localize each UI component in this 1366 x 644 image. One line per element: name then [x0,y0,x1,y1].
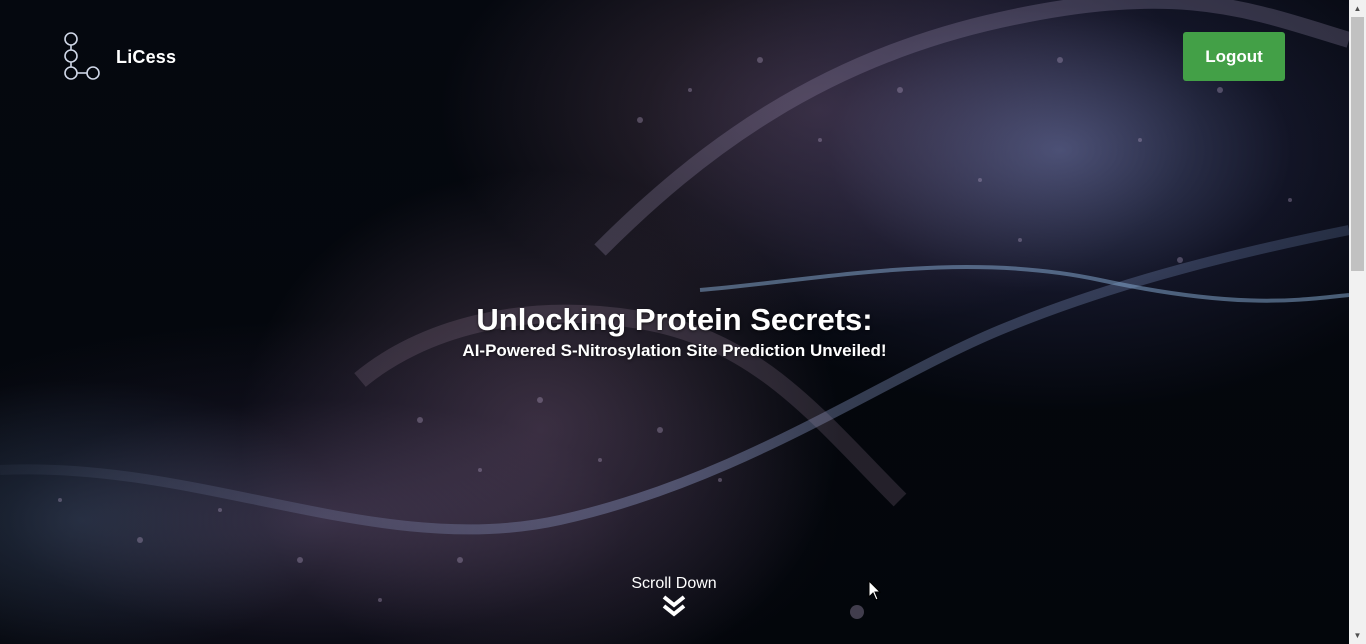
hero-subtitle: AI-Powered S-Nitrosylation Site Predicti… [462,341,887,360]
scroll-down-label: Scroll Down [631,575,717,592]
hero-title: Unlocking Protein Secrets: [476,302,873,337]
double-chevron-down-icon [662,595,686,617]
logout-button[interactable]: Logout [1183,32,1285,81]
hero-text: Unlocking Protein Secrets: AI-Powered S-… [0,300,1349,362]
scroll-up-arrow-icon[interactable]: ▲ [1349,0,1366,17]
logo-text: LiCess [116,46,177,67]
scroll-down-link[interactable]: Scroll Down [574,574,774,618]
vertical-scrollbar[interactable]: ▲ ▼ [1349,0,1366,644]
mouse-cursor-icon [868,580,882,601]
scroll-down-arrow-icon[interactable]: ▼ [1349,627,1366,644]
hero-section: LiCess Logout Unlocking Protein Secrets:… [0,0,1349,644]
scrollbar-thumb[interactable] [1351,17,1364,271]
logo-icon [64,32,100,80]
logo[interactable]: LiCess [62,31,176,83]
